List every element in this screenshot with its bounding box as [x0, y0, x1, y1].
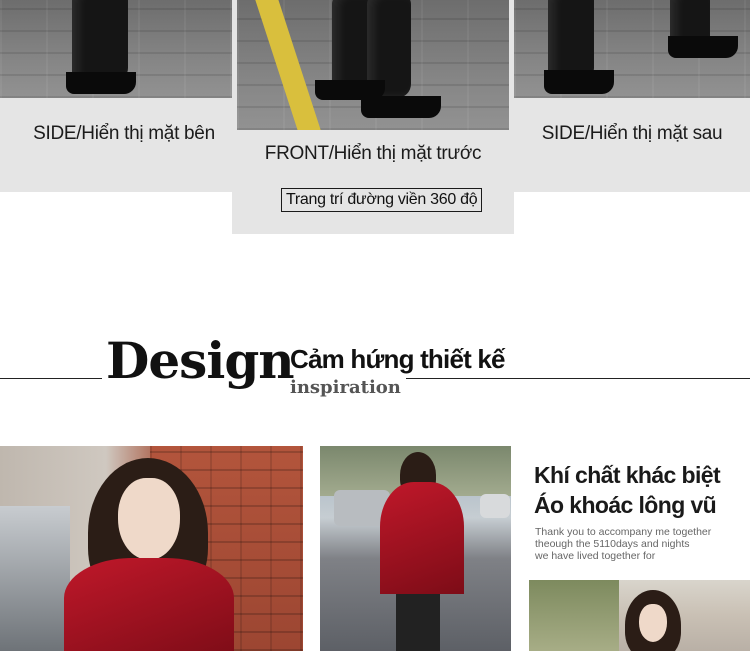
- boot-sole: [66, 72, 136, 94]
- boot-sole: [668, 36, 738, 58]
- model-small-photo: [529, 580, 750, 651]
- yellow-curb: [254, 0, 322, 130]
- model-face: [118, 478, 180, 560]
- boot-sole: [361, 96, 441, 118]
- boot-sole: [544, 70, 614, 94]
- front-view-caption: FRONT/Hiển thị mặt trước: [264, 143, 482, 164]
- side-view-panel: SIDE/Hiển thị mặt bên: [0, 0, 232, 192]
- header-rule-left: [0, 378, 102, 379]
- back-view-photo: [514, 0, 750, 98]
- model-legs: [396, 594, 440, 651]
- back-view-panel: SIDE/Hiển thị mặt sau: [514, 0, 750, 192]
- back-view-caption: SIDE/Hiển thị mặt sau: [541, 123, 723, 144]
- side-view-caption: SIDE/Hiển thị mặt bên: [33, 123, 215, 144]
- design-subtitle-vn: Cảm hứng thiết kế: [290, 344, 506, 374]
- parked-car: [480, 494, 510, 518]
- boot-shape: [72, 0, 128, 82]
- feature-title-line2: Áo khoác lông vũ: [534, 492, 717, 518]
- model-street-photo: [320, 446, 511, 651]
- boot-shape: [332, 0, 372, 90]
- feature-body-line2: theough the 5110days and nights: [535, 538, 690, 550]
- street-background: [0, 506, 70, 651]
- design-subtitle-en: inspiration: [290, 377, 401, 398]
- front-view-photo: [237, 0, 509, 130]
- border-decoration-tag: Trang trí đường viền 360 độ: [281, 188, 483, 212]
- feature-title-line1: Khí chất khác biệt: [534, 462, 721, 488]
- front-view-panel: FRONT/Hiển thị mặt trước Trang trí đường…: [232, 0, 514, 234]
- tree-foliage: [529, 580, 619, 651]
- header-rule-right: [406, 378, 750, 379]
- model-face: [639, 604, 667, 642]
- feature-body-line3: we have lived together for: [535, 550, 656, 562]
- design-title: Design: [106, 331, 295, 390]
- model-red-jacket: [64, 558, 234, 651]
- model-closeup-photo: [0, 446, 303, 651]
- model-red-jacket: [380, 482, 464, 594]
- feature-body-line1: Thank you to accompany me together: [535, 526, 712, 538]
- side-view-photo: [0, 0, 232, 98]
